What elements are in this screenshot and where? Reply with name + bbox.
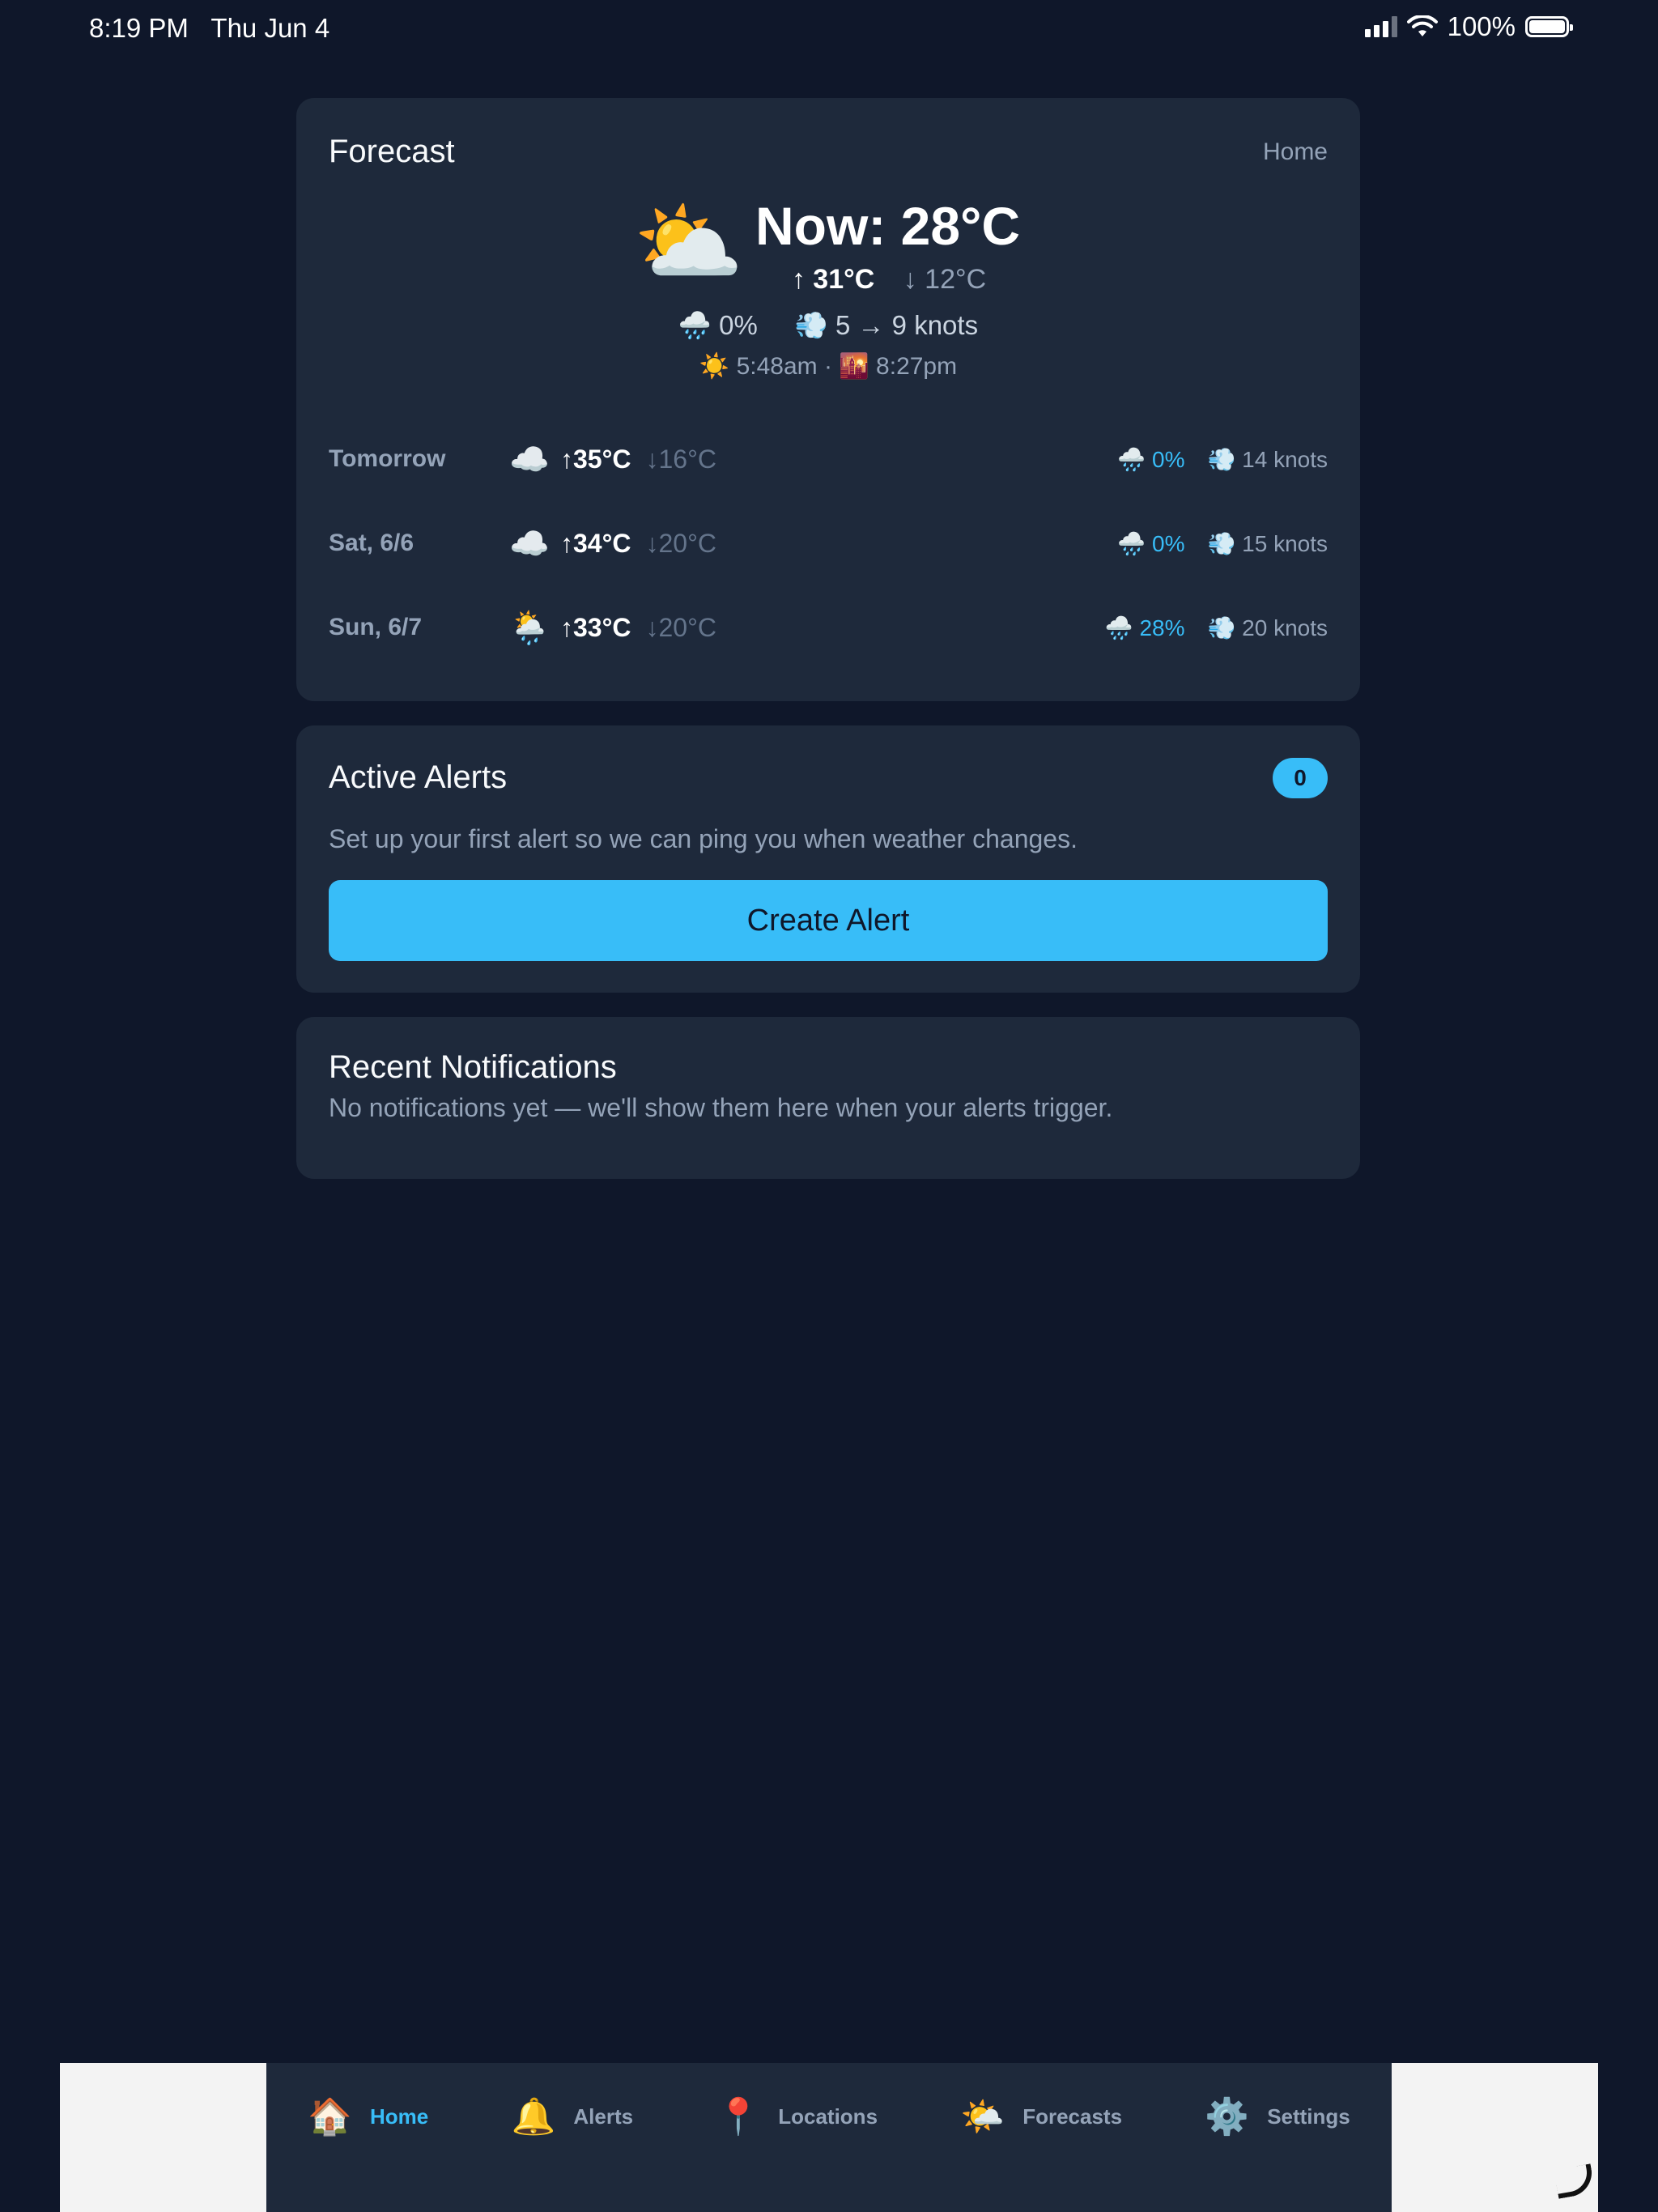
tab-settings[interactable]: ⚙️ Settings: [1205, 2095, 1350, 2138]
tab-forecasts[interactable]: 🌤️ Forecasts: [960, 2095, 1122, 2138]
alert-count-badge: 0: [1273, 758, 1328, 798]
recent-notifications-card: Recent Notifications No notifications ye…: [296, 1017, 1360, 1179]
battery-percent: 100%: [1447, 11, 1516, 41]
wind-icon: 💨: [1207, 446, 1236, 472]
forecast-wind: 💨 20 knots: [1207, 615, 1328, 640]
forecast-low: ↓20°C: [645, 528, 717, 558]
tab-alerts[interactable]: 🔔 Alerts: [512, 2095, 634, 2138]
alerts-title: Active Alerts: [329, 759, 508, 795]
tab-label: Settings: [1267, 2104, 1350, 2129]
forecast-row: Sat, 6/6 ☁️ ↑34°C ↓20°C 🌧️ 0% 💨 15 knots: [329, 515, 1328, 572]
forecast-high: ↑35°C: [560, 444, 631, 474]
pin-icon: 📍: [716, 2097, 761, 2137]
house-icon: 🏠: [308, 2097, 352, 2137]
rain-icon: 🌧️: [678, 310, 712, 340]
cloudy-icon: ☁️: [509, 525, 550, 562]
tab-bar: 🏠 Home 🔔 Alerts 📍 Locations 🌤️ Forecasts…: [266, 2063, 1392, 2212]
forecast-low: ↓16°C: [645, 444, 717, 474]
forecast-row: Sun, 6/7 🌦️ ↑33°C ↓20°C 🌧️ 28% 💨 20 knot…: [329, 599, 1328, 656]
sunrise-icon: ☀️: [699, 353, 730, 380]
forecast-day: Tomorrow: [329, 445, 446, 472]
forecast-rain: 🌧️ 0%: [1117, 530, 1185, 556]
wind-speed: 5 → 9 knots: [835, 310, 979, 340]
home-location-link[interactable]: Home: [1263, 138, 1328, 166]
forecast-rain: 🌧️ 0%: [1117, 446, 1185, 472]
rain-chance: 0%: [719, 310, 758, 340]
forecast-high: ↑33°C: [560, 612, 631, 642]
wind-icon: 💨: [794, 310, 828, 340]
gear-icon: ⚙️: [1205, 2097, 1250, 2137]
rain-icon: 🌧️: [1117, 530, 1146, 556]
battery-icon: [1525, 16, 1573, 37]
status-bar: 8:19 PM Thu Jun 4 100%: [0, 0, 1658, 62]
sunset-icon: 🌇: [839, 353, 869, 380]
forecast-title: Forecast: [329, 134, 455, 169]
forecast-day: Sun, 6/7: [329, 614, 423, 640]
tab-label: Home: [369, 2104, 429, 2129]
separator: ·: [824, 353, 832, 380]
forecast-high: ↑34°C: [560, 528, 631, 558]
wind-icon: 💨: [1207, 530, 1236, 556]
tab-locations[interactable]: 📍 Locations: [716, 2095, 878, 2138]
tab-label: Alerts: [573, 2104, 634, 2129]
forecast-low: ↓20°C: [645, 612, 717, 642]
current-temperature: Now: 28°C: [755, 196, 1021, 256]
create-alert-button[interactable]: Create Alert: [329, 880, 1328, 961]
today-low: ↓ 12°C: [903, 264, 987, 295]
sunrise-time: 5:48am: [736, 353, 818, 380]
today-high: ↑ 31°C: [791, 264, 875, 295]
wifi-icon: [1406, 15, 1438, 36]
cellular-signal-icon: [1364, 16, 1397, 37]
bell-icon: 🔔: [511, 2097, 556, 2137]
forecast-wind: 💨 14 knots: [1207, 446, 1328, 472]
alerts-description: Set up your first alert so we can ping y…: [329, 824, 1078, 853]
rain-icon: 🌧️: [1117, 446, 1146, 472]
wind-icon: 💨: [1207, 615, 1236, 640]
tab-label: Locations: [778, 2104, 878, 2129]
cloudy-icon: ☁️: [509, 441, 550, 478]
forecast-wind: 💨 15 knots: [1207, 530, 1328, 556]
tab-home[interactable]: 🏠 Home: [308, 2095, 428, 2138]
notifications-title: Recent Notifications: [329, 1049, 617, 1085]
rain-icon: 🌧️: [1104, 615, 1133, 640]
forecast-row: Tomorrow ☁️ ↑35°C ↓16°C 🌧️ 0% 💨 14 knots: [329, 431, 1328, 487]
tab-label: Forecasts: [1022, 2104, 1123, 2129]
sun-rain-icon: 🌦️: [509, 610, 550, 646]
status-time: 8:19 PM Thu Jun 4: [89, 13, 330, 43]
sun-cloud-icon: 🌤️: [960, 2097, 1005, 2137]
notifications-empty-text: No notifications yet — we'll show them h…: [329, 1093, 1113, 1122]
forecast-day: Sat, 6/6: [329, 530, 414, 556]
active-alerts-card: Active Alerts 0 Set up your first alert …: [296, 725, 1360, 993]
forecast-card: Forecast Home ⛅ Now: 28°C ↑ 31°C ↓ 12°C …: [296, 98, 1360, 701]
status-date: Thu Jun 4: [210, 13, 330, 43]
forecast-rain: 🌧️ 28%: [1104, 615, 1185, 640]
sunset-time: 8:27pm: [876, 353, 958, 380]
